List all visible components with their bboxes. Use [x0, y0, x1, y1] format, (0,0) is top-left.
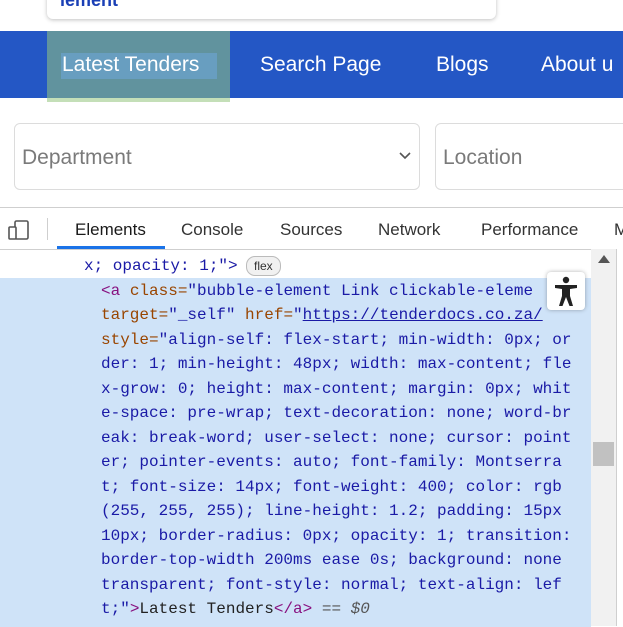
- active-tab-indicator: [57, 246, 165, 249]
- tab-elements[interactable]: Elements: [75, 220, 146, 240]
- tab-performance[interactable]: Performance: [481, 220, 578, 240]
- tab-sources[interactable]: Sources: [280, 220, 342, 240]
- location-dropdown[interactable]: Location: [435, 123, 623, 190]
- dom-line: (255, 255, 255); line-height: 1.2; paddi…: [101, 502, 562, 520]
- dom-line: x; opacity: 1;">: [84, 257, 238, 275]
- dom-line: er; pointer-events: auto; font-family: M…: [101, 453, 562, 471]
- scrollbar-thumb[interactable]: [593, 442, 614, 466]
- tab-more[interactable]: M: [614, 220, 623, 240]
- tab-console[interactable]: Console: [181, 220, 243, 240]
- nav-blogs[interactable]: Blogs: [436, 53, 489, 77]
- toolbar-divider: [47, 218, 48, 240]
- tooltip-text: lement: [60, 0, 119, 10]
- dom-line: der: 1; min-height: 48px; width: max-con…: [101, 355, 572, 373]
- location-placeholder: Location: [443, 146, 523, 169]
- vertical-scrollbar[interactable]: [591, 249, 616, 626]
- dom-line: x-grow: 0; height: max-content; margin: …: [101, 380, 572, 398]
- accessibility-icon[interactable]: [547, 272, 585, 310]
- department-placeholder: Department: [22, 146, 132, 169]
- elements-dom-tree[interactable]: x; opacity: 1;"> flex <a class="bubble-e…: [0, 250, 591, 627]
- dom-line: t; font-size: 14px; font-weight: 400; co…: [101, 478, 562, 496]
- devtools-tabbar: Elements Console Sources Network Perform…: [0, 208, 623, 250]
- dom-line: t;">Latest Tenders</a> == $0: [101, 600, 370, 618]
- tooltip: lement: [47, 0, 496, 19]
- department-dropdown[interactable]: Department: [14, 123, 420, 190]
- dom-line: eak: break-word; user-select: none; curs…: [101, 429, 572, 447]
- href-link[interactable]: https://tenderdocs.co.za/: [303, 306, 543, 324]
- dom-line: 10px; border-radius: 0px; opacity: 1; tr…: [101, 527, 572, 545]
- devtools-panel: Elements Console Sources Network Perform…: [0, 207, 623, 627]
- device-toolbar-icon[interactable]: [8, 219, 30, 241]
- nav-latest-tenders[interactable]: Latest Tenders: [62, 53, 199, 77]
- dom-line: target="_self" href="https://tenderdocs.…: [101, 306, 543, 324]
- top-navigation: Latest Tenders Search Page Blogs About u: [0, 31, 623, 102]
- dom-line: transparent; font-style: normal; text-al…: [101, 576, 562, 594]
- dom-line: style="align-self: flex-start; min-width…: [101, 331, 572, 349]
- nav-search-page[interactable]: Search Page: [260, 53, 381, 77]
- chevron-down-icon: [399, 148, 411, 164]
- tab-network[interactable]: Network: [378, 220, 440, 240]
- panel-edge: [616, 249, 623, 626]
- nav-about-us[interactable]: About u: [541, 53, 613, 77]
- dom-line: <a class="bubble-element Link clickable-…: [101, 282, 534, 300]
- scroll-up-arrow-icon[interactable]: [598, 255, 610, 263]
- flex-badge[interactable]: flex: [246, 256, 281, 276]
- dom-line: e-space: pre-wrap; text-decoration: none…: [101, 404, 572, 422]
- dom-line: border-top-width 200ms ease 0s; backgrou…: [101, 551, 562, 569]
